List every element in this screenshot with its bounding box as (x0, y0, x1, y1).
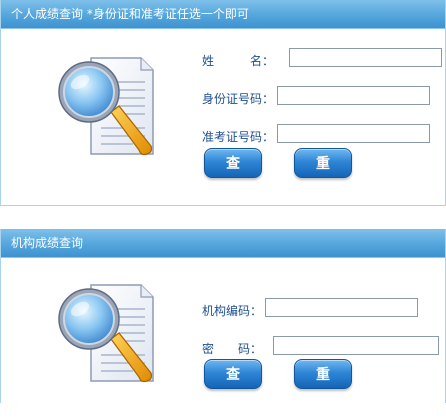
personal-query-panel: 个人成绩查询 *身份证和准考证任选一个即可 姓 名： 身份证号码： 准考证号码：… (0, 0, 446, 206)
exam-number-label: 准考证号码： (202, 130, 275, 144)
document-magnifier-icon (53, 277, 173, 397)
institution-reset-button[interactable]: 重 置 (294, 359, 352, 413)
name-input[interactable] (289, 48, 442, 67)
institution-query-header: 机构成绩查询 (1, 229, 445, 258)
institution-code-input[interactable] (265, 298, 418, 317)
personal-query-header: 个人成绩查询 *身份证和准考证任选一个即可 (1, 0, 445, 29)
id-number-label: 身份证号码： (202, 92, 275, 106)
password-input[interactable] (273, 336, 439, 355)
id-number-input[interactable] (277, 86, 430, 105)
password-label: 密 码： (202, 342, 263, 356)
personal-reset-button[interactable]: 重 置 (294, 148, 352, 202)
exam-number-input[interactable] (277, 124, 430, 143)
name-label: 姓 名： (202, 54, 275, 68)
personal-query-button[interactable]: 查 询 (204, 148, 262, 202)
document-magnifier-icon (53, 50, 173, 170)
institution-code-label: 机构编码： (202, 304, 263, 318)
institution-query-panel: 机构成绩查询 机构编码： 密 码： 查 询 重 置 (0, 229, 446, 413)
institution-query-button[interactable]: 查 询 (204, 359, 262, 413)
